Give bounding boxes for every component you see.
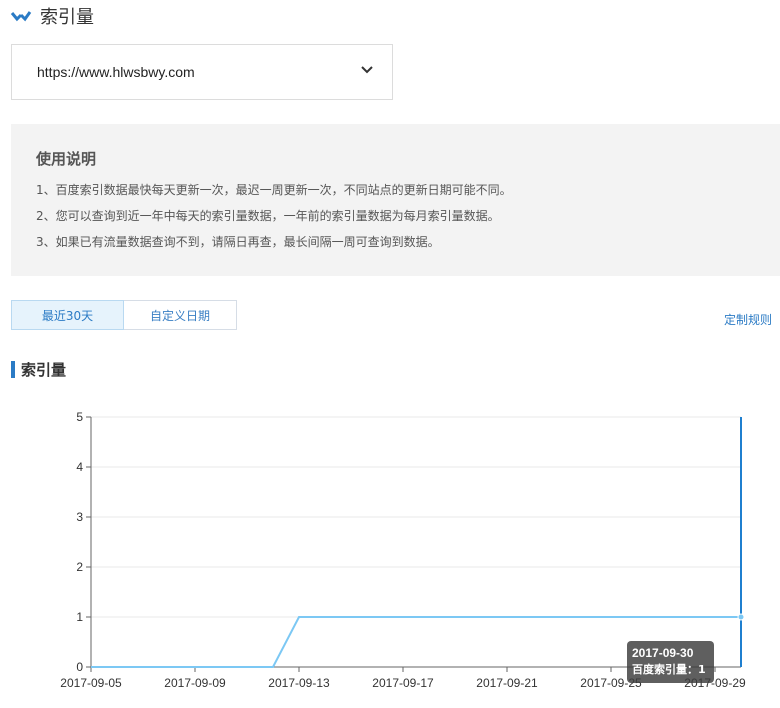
page-title: 索引量 <box>40 7 94 28</box>
tooltip-value: 百度索引量：1 <box>632 663 706 676</box>
instructions-line: 2、您可以查询到近一年中每天的索引量数据，一年前的索引量数据为每月索引量数据。 <box>36 209 500 223</box>
section-title: 索引量 <box>11 360 67 379</box>
instructions-title: 使用说明 <box>36 150 97 168</box>
section-label: 索引量 <box>21 360 67 379</box>
x-tick-label: 2017-09-21 <box>476 676 538 690</box>
x-tick-label: 2017-09-13 <box>268 676 330 690</box>
y-tick-label: 1 <box>76 610 83 624</box>
y-tick-label: 5 <box>76 410 83 424</box>
check-chevron-icon <box>10 11 32 22</box>
tooltip-date: 2017-09-30 <box>632 646 694 660</box>
site-select-value: https://www.hlwsbwy.com <box>37 64 195 80</box>
page-header: 索引量 <box>10 4 94 28</box>
instructions-line: 1、百度索引数据最快每天更新一次，最迟一周更新一次，不同站点的更新日期可能不同。 <box>36 183 512 197</box>
date-range-tabs: 最近30天 自定义日期 <box>11 300 237 330</box>
instructions-panel: 使用说明 1、百度索引数据最快每天更新一次，最迟一周更新一次，不同站点的更新日期… <box>11 124 780 276</box>
y-tick-label: 2 <box>76 560 83 574</box>
section-marker <box>11 360 15 378</box>
x-tick-label: 2017-09-05 <box>60 676 122 690</box>
y-tick-label: 0 <box>76 660 83 674</box>
highlight-point <box>737 613 745 621</box>
x-tick-label: 2017-09-09 <box>164 676 226 690</box>
site-select[interactable]: https://www.hlwsbwy.com <box>11 44 393 100</box>
tab-last-30-days[interactable]: 最近30天 <box>11 300 124 330</box>
y-tick-label: 4 <box>76 460 83 474</box>
y-tick-label: 3 <box>76 510 83 524</box>
chart-tooltip: 2017-09-30 百度索引量：1 <box>627 641 714 683</box>
custom-rules-link[interactable]: 定制规则 <box>724 311 772 328</box>
x-tick-label: 2017-09-17 <box>372 676 434 690</box>
chevron-down-icon[interactable] <box>360 65 374 75</box>
tab-custom-date[interactable]: 自定义日期 <box>124 300 237 330</box>
instructions-line: 3、如果已有流量数据查询不到，请隔日再查，最长间隔一周可查询到数据。 <box>36 235 440 249</box>
